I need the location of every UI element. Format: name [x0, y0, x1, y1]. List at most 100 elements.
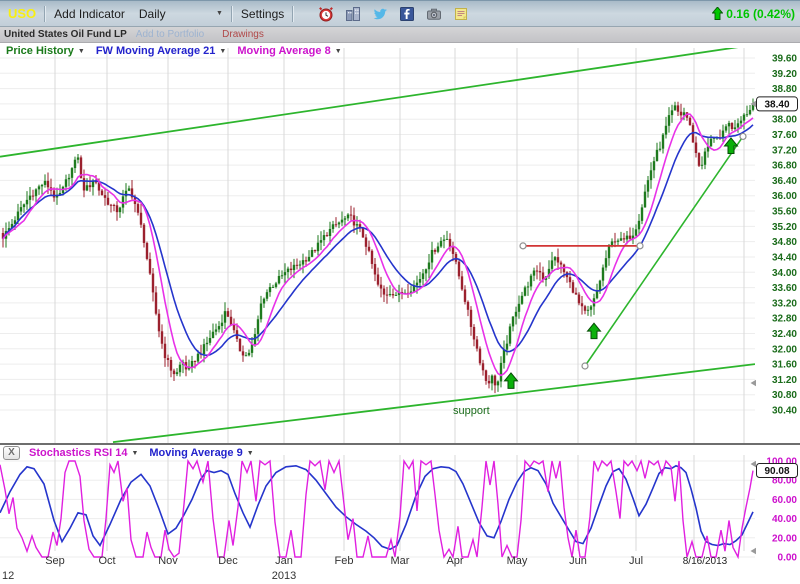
alerts-icon[interactable]: [317, 5, 334, 22]
month-label: Feb: [335, 555, 354, 567]
line-handle[interactable]: [582, 363, 588, 369]
candle-body: [623, 238, 625, 239]
settings-button[interactable]: Settings: [241, 7, 284, 21]
chart-canvas[interactable]: support39.6039.2038.8038.4038.0037.6037.…: [0, 0, 800, 584]
candle-body: [503, 350, 505, 363]
lower-channel-line[interactable]: [113, 364, 755, 442]
candle-body: [614, 241, 616, 242]
facebook-icon[interactable]: [398, 5, 415, 22]
indicator-moving-average-8[interactable]: Moving Average 8 ▼: [237, 45, 341, 57]
drawings-link[interactable]: Drawings: [222, 29, 264, 40]
upper-channel-line[interactable]: [0, 45, 755, 157]
ma21-line[interactable]: [3, 125, 753, 355]
candle-body: [128, 188, 130, 190]
stoch-plot: [0, 461, 753, 557]
indicator-stochastics-rsi-14[interactable]: Stochastics RSI 14 ▼: [29, 447, 138, 459]
indicator-price-history[interactable]: Price History ▼: [6, 45, 85, 57]
year-label: 2013: [272, 570, 296, 582]
axis-marker-icon: [751, 461, 757, 467]
snapshot-icon[interactable]: [425, 5, 442, 22]
candle-body: [191, 361, 193, 367]
indicator-moving-average-9[interactable]: Moving Average 9 ▼: [149, 447, 253, 459]
chevron-down-icon: ▼: [247, 450, 254, 457]
candle-body: [110, 205, 112, 206]
price-tick-label: 30.80: [772, 390, 797, 401]
candle-body: [428, 263, 430, 270]
candle-body: [494, 376, 496, 386]
price-tick-label: 39.60: [772, 54, 797, 65]
candle-body: [602, 268, 604, 281]
candle-body: [344, 218, 346, 219]
candle-body: [734, 127, 736, 129]
month-label: Mar: [391, 555, 410, 567]
news-icon[interactable]: [344, 5, 361, 22]
candle-body: [314, 250, 316, 251]
line-handle[interactable]: [520, 243, 526, 249]
stoch-tick-label: 60.00: [772, 495, 797, 506]
candle-body: [371, 251, 373, 264]
price-tick-label: 38.80: [772, 84, 797, 95]
candle-body: [701, 165, 703, 166]
candle-body: [242, 351, 244, 355]
current-stoch-readout: 90.08: [764, 466, 789, 477]
candle-body: [197, 354, 199, 362]
candle-body: [203, 344, 205, 354]
candle-body: [629, 236, 631, 239]
up-arrow-annotation[interactable]: [505, 373, 518, 389]
candle-body: [500, 363, 502, 382]
price-tick-label: 36.40: [772, 176, 797, 187]
up-arrow-annotation[interactable]: [588, 323, 601, 339]
candle-body: [170, 360, 172, 371]
timeframe-dropdown[interactable]: Daily ▼: [139, 7, 223, 21]
candle-body: [479, 349, 481, 364]
candle-body: [257, 319, 259, 334]
candle-body: [536, 271, 538, 272]
notes-icon[interactable]: [452, 5, 469, 22]
candle-body: [215, 329, 217, 331]
candle-body: [311, 250, 313, 257]
twitter-icon[interactable]: [371, 5, 388, 22]
candle-body: [338, 222, 340, 224]
candle-body: [497, 381, 499, 385]
line-handle[interactable]: [740, 133, 746, 139]
candle-body: [146, 243, 148, 259]
candle-body: [575, 293, 577, 295]
candle-body: [113, 205, 115, 206]
candle-body: [158, 314, 160, 332]
candle-body: [524, 287, 526, 295]
candle-body: [668, 115, 670, 126]
time-axis: SepOctNovDecJanFebMarAprMayJunJul1220138…: [2, 555, 728, 582]
candle-body: [689, 118, 691, 125]
candle-body: [437, 246, 439, 251]
price-tick-label: 30.40: [772, 406, 797, 417]
close-pane-button[interactable]: X: [3, 446, 20, 460]
candle-body: [677, 105, 679, 111]
chevron-down-icon: ▼: [216, 10, 223, 17]
add-to-portfolio-link[interactable]: Add to Portfolio: [136, 29, 204, 40]
price-tick-label: 35.60: [772, 207, 797, 218]
candle-body: [164, 344, 166, 358]
price-tick-label: 39.20: [772, 69, 797, 80]
symbol-ticker[interactable]: USO: [8, 6, 36, 21]
candle-body: [635, 229, 637, 235]
candle-body: [341, 220, 343, 223]
indicator-label: Moving Average 9: [149, 447, 242, 459]
candle-body: [662, 135, 664, 149]
candle-body: [476, 339, 478, 348]
candle-body: [275, 283, 277, 287]
candle-body: [86, 185, 88, 190]
up-arrow-annotation[interactable]: [725, 138, 738, 154]
line-handle[interactable]: [637, 243, 643, 249]
candle-body: [47, 181, 49, 187]
price-tick-label: 32.80: [772, 314, 797, 325]
support-label[interactable]: support: [453, 405, 490, 417]
candle-body: [650, 170, 652, 180]
year-label: 12: [2, 570, 14, 582]
candle-body: [527, 286, 529, 287]
candle-body: [656, 150, 658, 161]
candle-body: [101, 191, 103, 196]
indicator-fw-moving-average-21[interactable]: FW Moving Average 21 ▼: [96, 45, 227, 57]
add-indicator-button[interactable]: Add Indicator: [54, 7, 125, 21]
month-label: Apr: [446, 555, 463, 567]
candle-body: [473, 327, 475, 339]
